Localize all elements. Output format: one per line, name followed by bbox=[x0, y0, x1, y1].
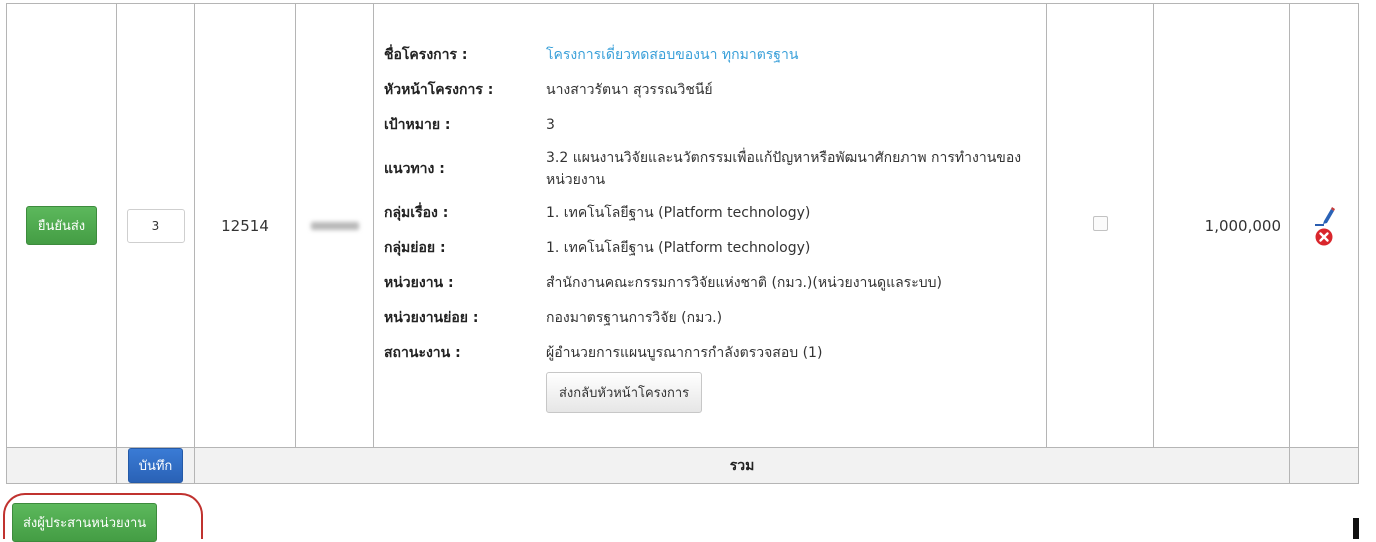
details-cell: ชื่อโครงการ : โครงการเดี่ยวทดสอบของนา ทุ… bbox=[373, 3, 1047, 448]
return-row: ส่งกลับหัวหน้าโครงการ bbox=[384, 370, 1046, 414]
detail-value: ผู้อำนวยการแผนบูรณาการกำลังตรวจสอบ (1) bbox=[546, 344, 823, 361]
detail-project-leader: หัวหน้าโครงการ : นางสาวรัตนา สุวรรณวิชนี… bbox=[384, 72, 1046, 107]
empty-cell bbox=[6, 447, 117, 484]
return-to-leader-button[interactable]: ส่งกลับหัวหน้าโครงการ bbox=[546, 371, 703, 413]
send-to-coordinator-button[interactable]: ส่งผู้ประสานหน่วยงาน bbox=[12, 503, 158, 542]
checkbox-cell bbox=[1046, 3, 1154, 448]
detail-label: แนวทาง : bbox=[384, 160, 445, 177]
redacted-cell bbox=[295, 3, 374, 448]
detail-label: หน่วยงาน : bbox=[384, 274, 454, 291]
detail-project-name: ชื่อโครงการ : โครงการเดี่ยวทดสอบของนา ทุ… bbox=[384, 37, 1046, 72]
detail-status: สถานะงาน : ผู้อำนวยการแผนบูรณาการกำลังตร… bbox=[384, 335, 1046, 370]
amount-cell: 1,000,000 bbox=[1153, 3, 1290, 448]
page-edge-mark bbox=[1353, 518, 1359, 539]
detail-label: สถานะงาน : bbox=[384, 344, 461, 361]
detail-label: ชื่อโครงการ : bbox=[384, 46, 468, 63]
order-input[interactable] bbox=[126, 208, 185, 243]
detail-value: นางสาวรัตนา สุวรรณวิชนีย์ bbox=[546, 81, 713, 98]
detail-value: 1. เทคโนโลยีฐาน (Platform technology) bbox=[546, 239, 811, 256]
total-row: บันทึก รวม bbox=[6, 447, 1359, 484]
detail-subgroup: กลุ่มย่อย : 1. เทคโนโลยีฐาน (Platform te… bbox=[384, 230, 1046, 265]
detail-label: กลุ่มเรื่อง : bbox=[384, 204, 449, 221]
detail-sub-agency: หน่วยงานย่อย : กองมาตรฐานการวิจัย (กมว.) bbox=[384, 300, 1046, 335]
highlight-circle: ส่งผู้ประสานหน่วยงาน bbox=[3, 493, 203, 542]
detail-target: เป้าหมาย : 3 bbox=[384, 107, 1046, 142]
table-row: ยืนยันส่ง 12514 ชื่อโครงการ : โครงการเดี… bbox=[6, 3, 1359, 448]
save-cell: บันทึก bbox=[116, 447, 195, 484]
amount-value: 1,000,000 bbox=[1204, 216, 1281, 235]
detail-topic-group: กลุ่มเรื่อง : 1. เทคโนโลยีฐาน (Platform … bbox=[384, 195, 1046, 230]
total-label: รวม bbox=[194, 447, 1290, 484]
redacted-text bbox=[310, 221, 359, 230]
detail-label: หน่วยงานย่อย : bbox=[384, 309, 479, 326]
detail-label: หัวหน้าโครงการ : bbox=[384, 81, 494, 98]
confirm-cell: ยืนยันส่ง bbox=[6, 3, 117, 448]
detail-value: 1. เทคโนโลยีฐาน (Platform technology) bbox=[546, 204, 811, 221]
detail-value: 3.2 แผนงานวิจัยและนวัตกรรมเพื่อแก้ปัญหาห… bbox=[546, 149, 1022, 188]
project-table: ยืนยันส่ง 12514 ชื่อโครงการ : โครงการเดี… bbox=[6, 3, 1359, 484]
save-button[interactable]: บันทึก bbox=[127, 448, 184, 483]
detail-label: กลุ่มย่อย : bbox=[384, 239, 446, 256]
detail-approach: แนวทาง : 3.2 แผนงานวิจัยและนวัตกรรมเพื่อ… bbox=[384, 142, 1046, 195]
select-checkbox[interactable] bbox=[1092, 216, 1108, 231]
actions-cell bbox=[1289, 3, 1359, 448]
detail-agency: หน่วยงาน : สำนักงานคณะกรรมการวิจัยแห่งชา… bbox=[384, 265, 1046, 300]
order-cell bbox=[116, 3, 195, 448]
edit-pencil-icon[interactable] bbox=[1313, 206, 1335, 228]
detail-label: เป้าหมาย : bbox=[384, 116, 451, 133]
detail-value: กองมาตรฐานการวิจัย (กมว.) bbox=[546, 309, 723, 326]
delete-x-icon[interactable] bbox=[1315, 228, 1333, 246]
project-details: ชื่อโครงการ : โครงการเดี่ยวทดสอบของนา ทุ… bbox=[374, 37, 1046, 414]
empty-cell bbox=[1289, 447, 1359, 484]
project-id-cell: 12514 bbox=[194, 3, 296, 448]
project-name-link[interactable]: โครงการเดี่ยวทดสอบของนา ทุกมาตรฐาน bbox=[546, 44, 1046, 66]
detail-value: 3 bbox=[546, 116, 555, 133]
detail-value: สำนักงานคณะกรรมการวิจัยแห่งชาติ (กมว.)(ห… bbox=[546, 274, 942, 291]
confirm-send-button[interactable]: ยืนยันส่ง bbox=[25, 206, 98, 245]
